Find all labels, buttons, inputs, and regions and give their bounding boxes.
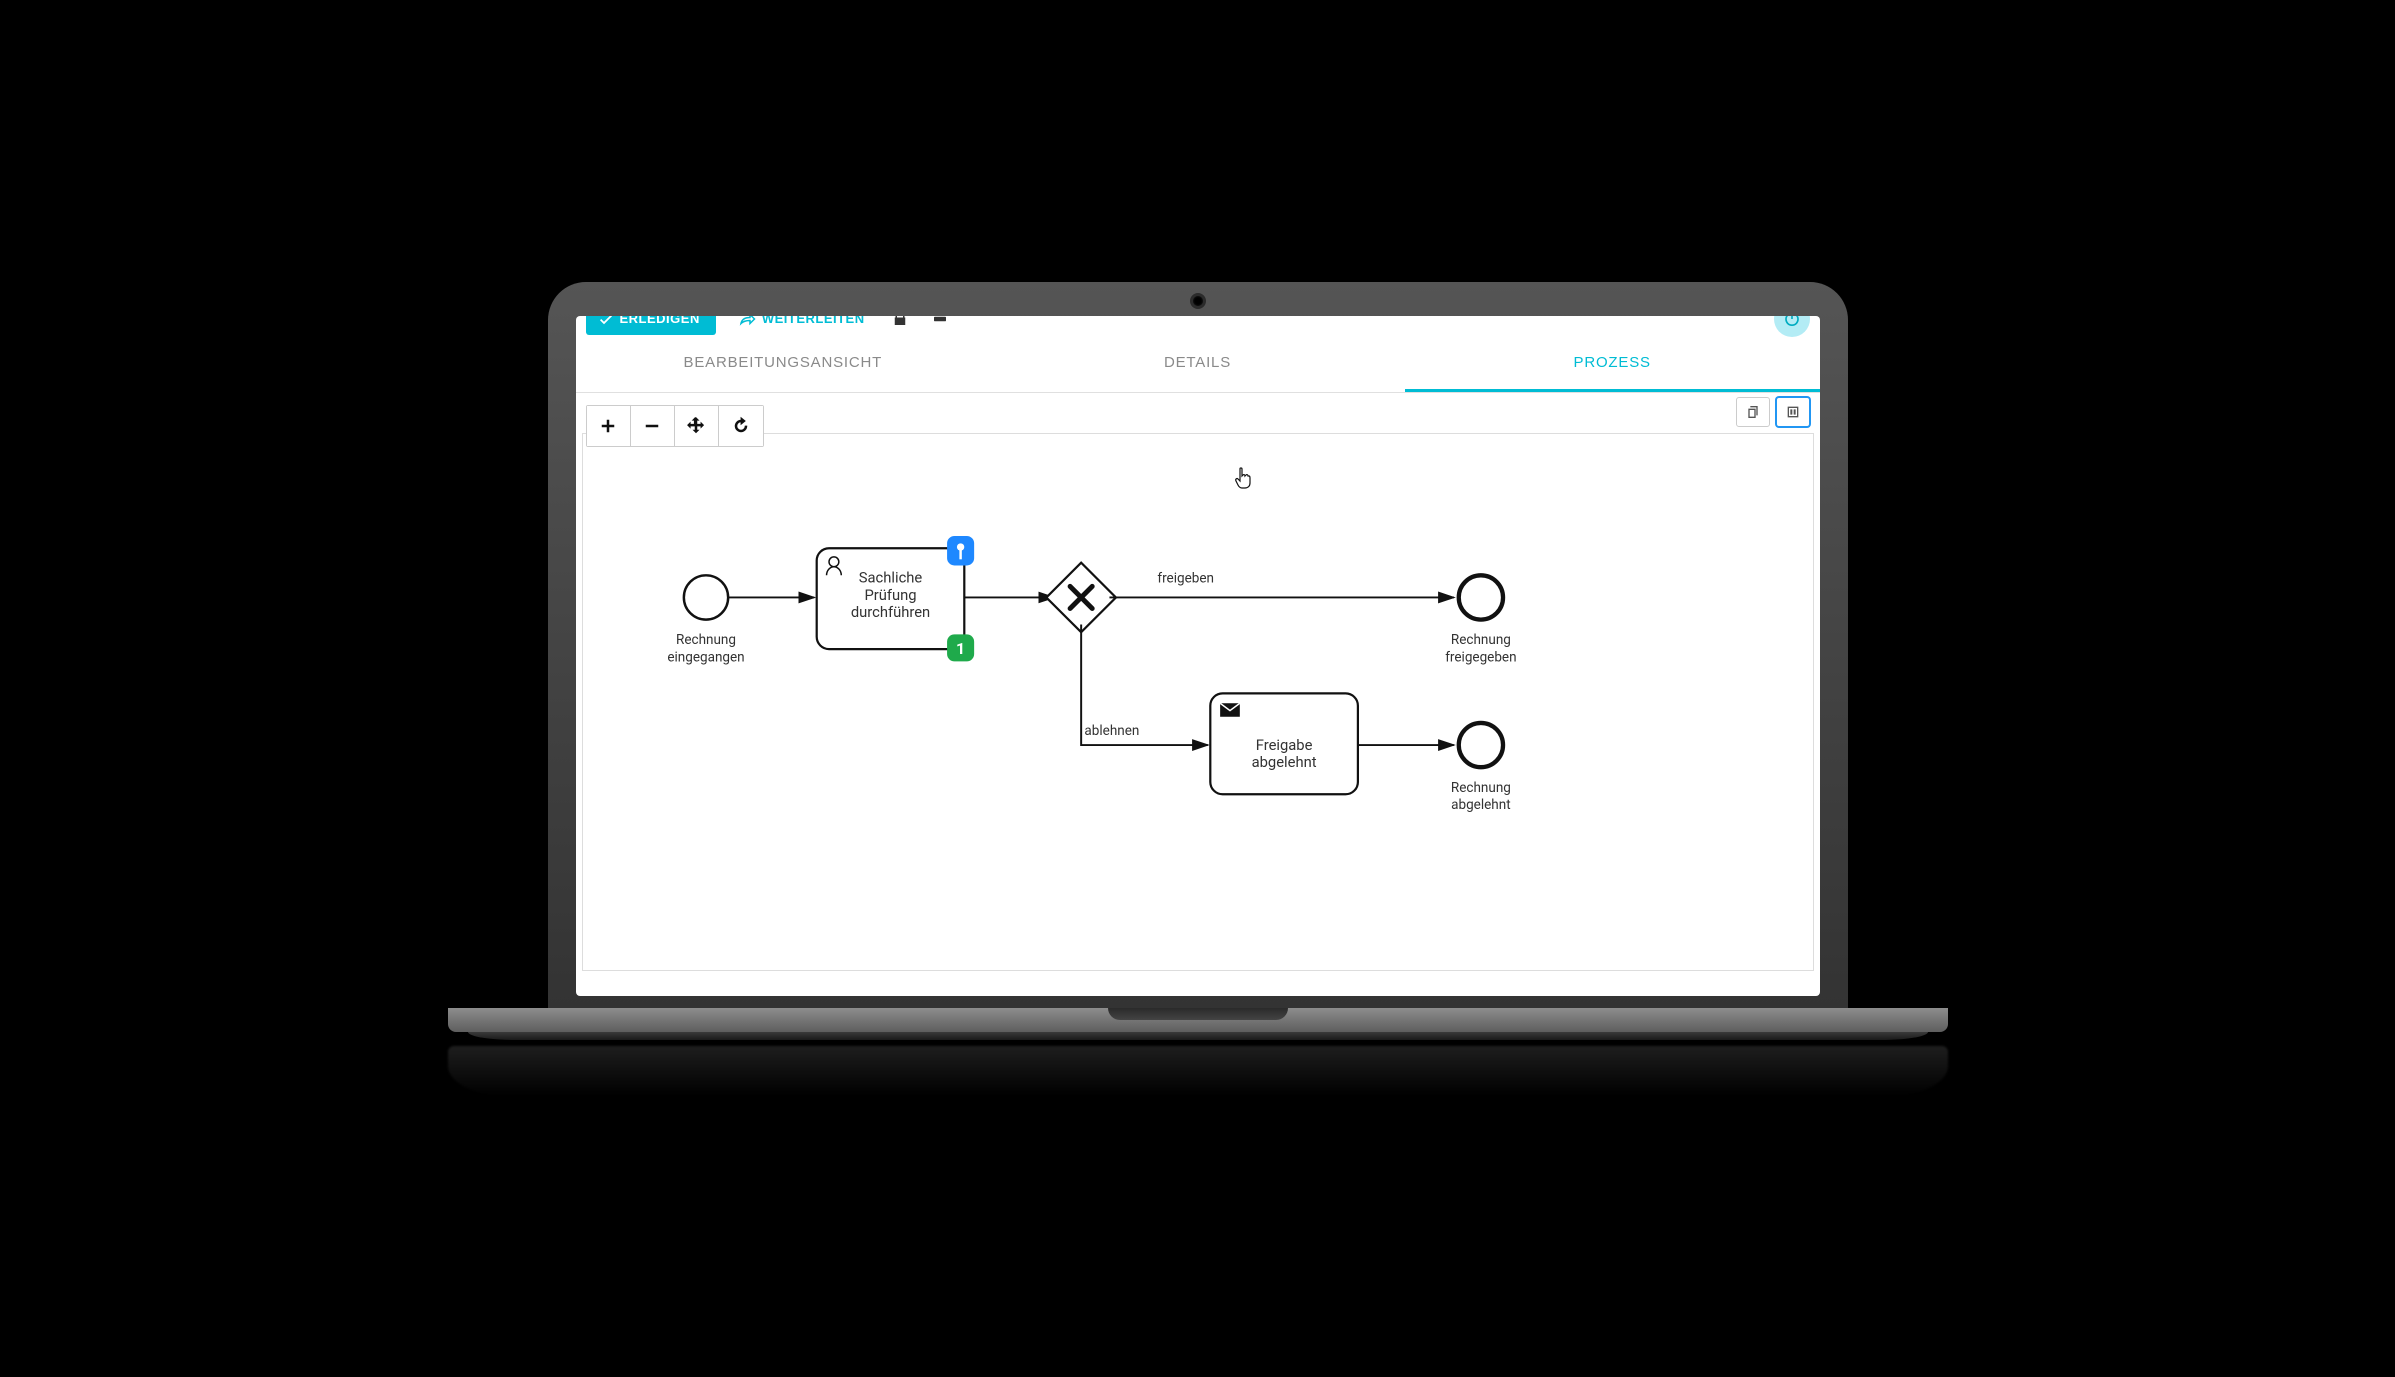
start-event-label-2: eingegangen: [667, 649, 744, 665]
plus-icon: [598, 416, 618, 436]
zoom-controls: [586, 405, 764, 447]
task-label-1: Sachliche: [858, 568, 922, 586]
laptop-camera: [1193, 296, 1203, 306]
power-icon: [1783, 316, 1801, 328]
tab-details[interactable]: DETAILS: [990, 336, 1405, 392]
forward-button[interactable]: WEITERLEITEN: [730, 316, 873, 334]
reject-task-label-1: Freigabe: [1255, 735, 1312, 753]
flow-reject-label: ablehnen: [1084, 723, 1139, 739]
end-top-label-2: freigegeben: [1445, 649, 1516, 665]
tab-bar: BEARBEITUNGSANSICHT DETAILS PROZESS: [576, 336, 1820, 393]
view-mode-switch: [1736, 397, 1810, 427]
flow-approve-label: freigeben: [1157, 570, 1214, 586]
task-label-3: durchführen: [850, 603, 929, 621]
laptop-foot: [468, 1032, 1928, 1040]
minus-box-icon[interactable]: [927, 316, 953, 330]
power-button[interactable]: [1774, 316, 1810, 337]
start-event[interactable]: [683, 575, 727, 619]
end-event-approved[interactable]: [1458, 575, 1502, 619]
refresh-icon: [731, 416, 751, 436]
zoom-reset-button[interactable]: [719, 406, 763, 446]
start-event-label-1: Rechnung: [676, 632, 736, 648]
laptop-reflection: [448, 1046, 1948, 1096]
envelope-icon: [1220, 703, 1240, 717]
forward-arrow-icon: [738, 316, 756, 328]
end-top-label-1: Rechnung: [1450, 632, 1510, 648]
tab-edit-view[interactable]: BEARBEITUNGSANSICHT: [576, 336, 991, 392]
laptop-base: [448, 1008, 1948, 1032]
laptop-screen-frame: ERLEDIGEN WEITERLEITEN BEARBEITUNGS: [548, 282, 1848, 1008]
zoom-out-button[interactable]: [631, 406, 675, 446]
reject-task-label-2: abgelehnt: [1251, 753, 1316, 771]
copy-icon: [1745, 404, 1761, 420]
bpmn-diagram: Rechnung eingegangen Sachliche Prüfung: [583, 434, 1813, 970]
app-viewport: ERLEDIGEN WEITERLEITEN BEARBEITUNGS: [576, 316, 1820, 996]
check-icon: [598, 316, 614, 327]
complete-button-label: ERLEDIGEN: [620, 316, 700, 327]
laptop-mockup: ERLEDIGEN WEITERLEITEN BEARBEITUNGS: [548, 282, 1848, 1096]
bpmn-canvas[interactable]: Rechnung eingegangen Sachliche Prüfung: [582, 433, 1814, 971]
minus-icon: [642, 416, 662, 436]
end-bottom-label-2: abgelehnt: [1451, 797, 1510, 813]
view-mode-diagram-button[interactable]: [1776, 397, 1810, 427]
diagram-view-icon: [1785, 404, 1801, 420]
end-bottom-label-1: Rechnung: [1450, 779, 1510, 795]
move-icon: [686, 416, 706, 436]
instance-count-value: 1: [956, 639, 965, 658]
zoom-in-button[interactable]: [587, 406, 631, 446]
end-event-rejected[interactable]: [1458, 722, 1502, 766]
task-label-2: Prüfung: [864, 585, 916, 603]
action-toolbar: ERLEDIGEN WEITERLEITEN: [576, 316, 1820, 336]
complete-button[interactable]: ERLEDIGEN: [586, 316, 716, 335]
process-canvas-area: Rechnung eingegangen Sachliche Prüfung: [576, 393, 1820, 977]
laptop-hinge-notch: [1108, 1008, 1288, 1020]
forward-button-label: WEITERLEITEN: [762, 316, 865, 327]
lock-icon[interactable]: [887, 316, 913, 330]
view-mode-copy-button[interactable]: [1736, 397, 1770, 427]
tab-process[interactable]: PROZESS: [1405, 336, 1820, 392]
zoom-fit-button[interactable]: [675, 406, 719, 446]
